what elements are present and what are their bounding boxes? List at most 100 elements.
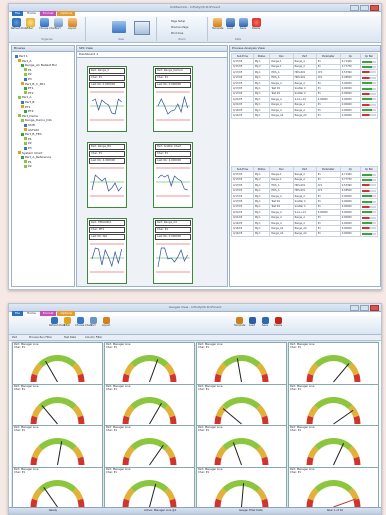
- chart-card[interactable]: Part: Range_B4 Char: P1 Last Ob: 4.000000: [87, 142, 127, 208]
- tree-node[interactable]: P3: [24, 146, 32, 150]
- tree-node[interactable]: Part_A_Reference: [21, 155, 51, 159]
- ribbon2-button[interactable]: Save: [260, 317, 270, 327]
- gauge-panel[interactable]: Part: Manager Line Char: P1: [288, 342, 379, 385]
- gauge-needle: [333, 409, 354, 424]
- template-button[interactable]: Template: [212, 18, 223, 30]
- tree-node-icon: [24, 109, 27, 113]
- tree-node[interactable]: P2: [24, 72, 32, 76]
- table-row[interactable]: 4/14/05 Mg 1 Range_A4 Range_A4 P1 0.00000: [231, 230, 379, 238]
- tree-node[interactable]: Shift: [24, 123, 35, 127]
- filter-button[interactable]: Filter: [25, 18, 35, 30]
- filter-process-run[interactable]: Process Run Filter: [29, 336, 52, 339]
- gauge-dial: [214, 438, 269, 466]
- maximize-button-2[interactable]: [360, 305, 369, 311]
- window-controls: [350, 5, 379, 11]
- tree-node[interactable]: PT2: [24, 109, 34, 113]
- tree-node[interactable]: P1: [24, 160, 32, 164]
- page-setup-item[interactable]: Page Setup: [171, 20, 185, 23]
- ribbon2-button[interactable]: Template: [234, 317, 245, 327]
- gauge-panel[interactable]: Part: Manager Line Char: P1: [12, 425, 103, 468]
- chart-card[interactable]: Part: Scatter Chart Char: P1 Last Ob: 4.00…: [153, 142, 193, 208]
- gauge-panel[interactable]: Part: Manager Line Char: P1: [196, 342, 287, 385]
- save-button[interactable]: Save: [238, 18, 248, 30]
- tree-node[interactable]: PT1: [24, 86, 34, 90]
- ribbon2-button[interactable]: Delete: [273, 317, 283, 327]
- ribbon2-button[interactable]: Choose Chart: [75, 317, 92, 327]
- gauge-needle: [149, 359, 159, 383]
- tree-node[interactable]: P3: [24, 77, 32, 81]
- tree-node[interactable]: System Chart: [18, 151, 42, 155]
- tree-node[interactable]: Part_B_FEA: [21, 132, 42, 136]
- gauge-panel[interactable]: Part: Manager Line Char: P1: [12, 383, 103, 427]
- process-analysis-pane: Process Analysis View Sub-Time Status Run P…: [229, 45, 381, 287]
- tree-node[interactable]: P2: [24, 164, 32, 168]
- ribbon2-button[interactable]: Filter: [62, 317, 72, 327]
- tree-node[interactable]: Range_Demo_DIA: [21, 118, 52, 122]
- minimize-button[interactable]: [350, 5, 359, 11]
- table-row[interactable]: 4/14/05 Mg 1 Range_A4 Range_A4 P1 0.00000: [231, 112, 379, 119]
- gauge-panel[interactable]: Part: Manager Line Char: P1: [104, 342, 195, 385]
- maximize-button[interactable]: [360, 5, 369, 11]
- delete-button[interactable]: Delete: [251, 18, 261, 30]
- filter-test-data[interactable]: Test Data: [64, 336, 76, 339]
- tree-node[interactable]: Part_Demo: [18, 114, 38, 118]
- table-cell: Range_A4: [292, 230, 317, 238]
- table-cell: 4/14/05: [231, 112, 254, 119]
- gauge-panel[interactable]: Part: Manager Line Char: P1: [196, 466, 287, 510]
- gauge-panel[interactable]: Part: Manager Line Char: P1: [12, 466, 103, 510]
- chart-card[interactable]: Part: Range_A4 Char: P1 Last Ob: 0.000000: [153, 218, 193, 284]
- tree-node-label: Part_B_FEA: [25, 132, 42, 137]
- tree-node-icon: [18, 59, 21, 63]
- view-table-icon[interactable]: [134, 21, 150, 35]
- tree-node[interactable]: P2: [24, 141, 32, 145]
- gauge-panel[interactable]: Part: Manager Line Char: P1: [288, 466, 379, 510]
- tree-node[interactable]: ASTLIN: [24, 128, 39, 132]
- gauge-panel[interactable]: Part: Manager Line Char: P1: [288, 383, 379, 427]
- tree-node-icon: [21, 155, 24, 159]
- tree-node[interactable]: Part_A: [18, 59, 31, 63]
- tree-node[interactable]: Part_A: [18, 95, 31, 99]
- tree-node[interactable]: Part 1: [15, 54, 28, 58]
- table-cell: P1: [315, 112, 341, 119]
- close-button[interactable]: [370, 5, 379, 11]
- ribbon2-button[interactable]: Layout: [101, 317, 111, 327]
- chart-card[interactable]: Part: Range_C Char: P1 Last Ob: 0.005000: [87, 66, 127, 132]
- gauge-grid: Part: Manager Line Char: P1 Part: Manager …: [11, 341, 379, 510]
- load-button[interactable]: Load: [225, 18, 235, 30]
- tree-node-label: System Chart: [22, 150, 43, 155]
- filter-part[interactable]: Part: [12, 336, 17, 339]
- tree-node[interactable]: PT1: [21, 105, 31, 109]
- gauge-panel[interactable]: Part: Manager Line Char: P1: [104, 466, 195, 510]
- ribbon2-button[interactable]: Refresh Data: [49, 317, 65, 327]
- gauge-panel[interactable]: Part: Manager Line Char: P1: [288, 425, 379, 468]
- tree-node[interactable]: Range_A1 Ballast Bol: [21, 63, 57, 67]
- gauge-char-label: Char: P1: [106, 387, 117, 391]
- gauge-panel[interactable]: Part: Manager Line Char: P1: [104, 425, 195, 468]
- dashboard-tab[interactable]: Dashboard 1: [77, 52, 227, 58]
- gauge-panel[interactable]: Part: Manager Line Char: P1: [104, 383, 195, 427]
- card-char-label: Char: P1: [89, 151, 125, 157]
- filter-column[interactable]: Column Filter: [85, 336, 102, 339]
- chart-card[interactable]: Part: Range_Demo4 Char: P1 Last Ob: 0.0000…: [153, 66, 193, 132]
- tree-node[interactable]: P1: [24, 68, 32, 72]
- gauge-panel[interactable]: Part: Manager Line Char: P1: [12, 342, 103, 385]
- tree-node[interactable]: P1: [24, 137, 32, 141]
- tree-node[interactable]: Part_B: [21, 100, 34, 104]
- choose-chart-button[interactable]: Choose Chart: [39, 18, 56, 30]
- gauge-panel[interactable]: Part: Manager Line Char: P1: [196, 425, 287, 468]
- refresh-data-button[interactable]: Refresh Data: [11, 18, 27, 30]
- print-area-item[interactable]: Print Area: [171, 32, 183, 35]
- close-button-2[interactable]: [370, 305, 379, 311]
- sort-button[interactable]: Sort: [53, 18, 63, 30]
- tree-node[interactable]: PT2: [24, 91, 34, 95]
- ribbon2-button[interactable]: Sort: [88, 317, 98, 327]
- previous-page-item[interactable]: Previous Page: [171, 26, 188, 29]
- view-grid-icon[interactable]: [112, 21, 126, 33]
- gauge-panel[interactable]: Part: Manager Line Char: P1: [196, 383, 287, 427]
- tree-node[interactable]: Part_B_C_P01: [21, 82, 45, 86]
- layout-button[interactable]: Layout: [67, 18, 77, 30]
- ribbon2-button[interactable]: Load: [247, 317, 257, 327]
- gauge-needle: [333, 443, 345, 466]
- chart-card[interactable]: Part: HMGLINK1 Char: MT1 Last Ob: N/A: [87, 218, 127, 284]
- minimize-button-2[interactable]: [350, 305, 359, 311]
